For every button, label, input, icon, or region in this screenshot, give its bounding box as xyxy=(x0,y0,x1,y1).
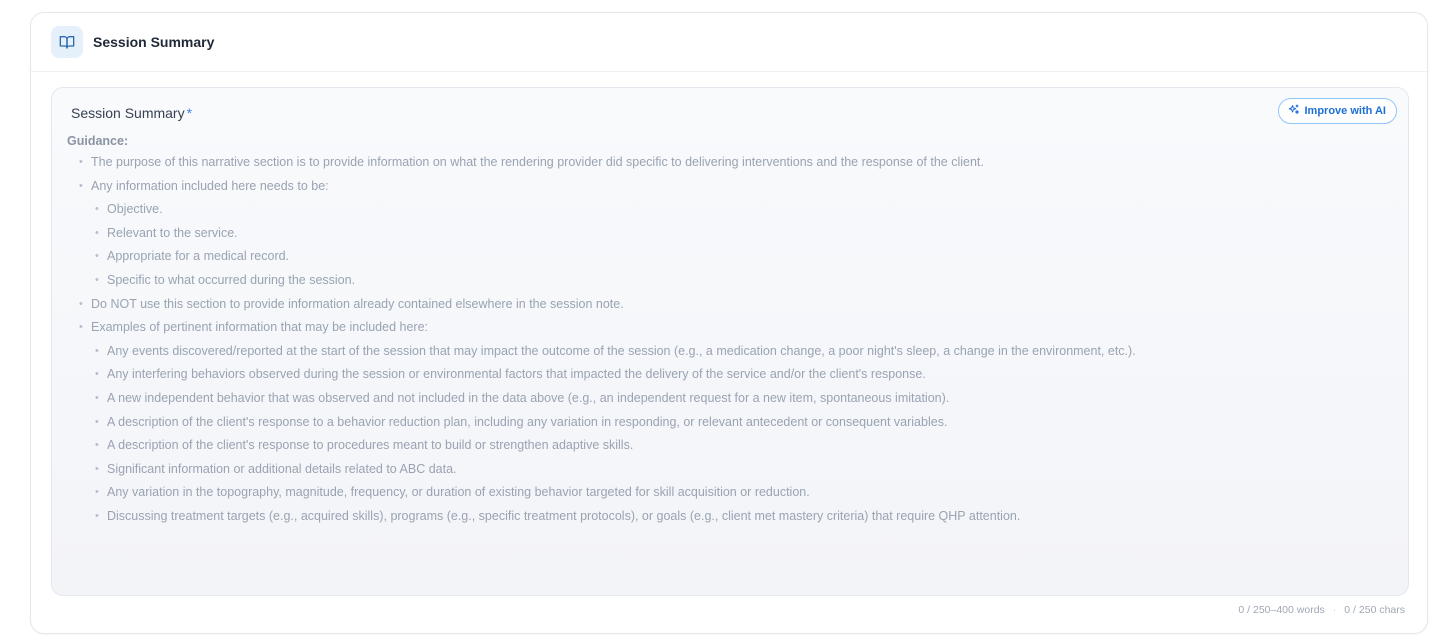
field-label: Session Summary * xyxy=(71,105,192,121)
bullet-icon: • xyxy=(79,156,83,168)
guidance-placeholder: Guidance: • The purpose of this narrative… xyxy=(67,132,1398,532)
session-summary-textarea[interactable]: Session Summary * Improve with AI Guidanc… xyxy=(51,87,1409,596)
improve-with-ai-button[interactable]: Improve with AI xyxy=(1277,98,1397,124)
session-summary-card: Session Summary Session Summary * Improve… xyxy=(30,12,1428,634)
guidance-subitem: • Relevant to the service. xyxy=(95,225,238,240)
bullet-icon: • xyxy=(95,226,99,239)
bullet-icon: • xyxy=(79,297,83,310)
guidance-subitem: • A new independent behavior that was obs… xyxy=(95,390,950,405)
guidance-item: • Any information included here needs to … xyxy=(79,178,329,193)
guidance-subitem: • Any events discovered/reported at the s… xyxy=(95,343,1136,358)
guidance-subitem: • Discussing treatment targets (e.g., acq… xyxy=(95,508,1021,523)
guidance-subitem: • A description of the client's response … xyxy=(95,438,634,453)
required-indicator: * xyxy=(186,105,193,121)
book-open-icon xyxy=(51,26,83,58)
bullet-icon: • xyxy=(95,486,99,499)
guidance-item: • Examples of pertinent information that … xyxy=(79,320,428,335)
sparkles-icon xyxy=(1288,104,1300,119)
bullet-icon: • xyxy=(79,321,83,334)
guidance-subitem: • Significant information or additional d… xyxy=(95,461,457,476)
improve-with-ai-label: Improve with AI xyxy=(1304,105,1387,117)
bullet-icon: • xyxy=(95,439,99,452)
bullet-icon: • xyxy=(95,415,99,428)
card-title: Session Summary xyxy=(93,34,215,50)
count-separator: · xyxy=(1332,604,1337,616)
word-count: 0 / 250–400 words xyxy=(1238,604,1325,616)
guidance-subitem: • Appropriate for a medical record. xyxy=(95,249,290,264)
character-counter: 0 / 250–400 words · 0 / 250 chars xyxy=(1238,604,1405,616)
guidance-subitem: • Any interfering behaviors observed duri… xyxy=(95,367,926,382)
guidance-item: • Do NOT use this section to provide info… xyxy=(79,296,624,311)
bullet-icon: • xyxy=(79,179,83,192)
bullet-icon: • xyxy=(95,391,99,404)
card-header: Session Summary xyxy=(31,13,1427,72)
bullet-icon: • xyxy=(95,509,99,522)
bullet-icon: • xyxy=(95,250,99,263)
bullet-icon: • xyxy=(95,273,99,286)
field-label-text: Session Summary xyxy=(71,105,185,121)
guidance-subitem: • A description of the client's response … xyxy=(95,414,948,429)
bullet-icon: • xyxy=(95,462,99,475)
guidance-subitem: • Any variation in the topography, magnit… xyxy=(95,485,810,500)
guidance-subitem: • Specific to what occurred during the se… xyxy=(95,272,356,287)
bullet-icon: • xyxy=(95,368,99,381)
bullet-icon: • xyxy=(95,203,99,216)
bullet-icon: • xyxy=(95,344,99,357)
guidance-title: Guidance: xyxy=(67,134,129,148)
char-count: 0 / 250 chars xyxy=(1344,604,1405,616)
guidance-subitem: • Objective. xyxy=(95,202,163,217)
guidance-item: • The purpose of this narrative section i… xyxy=(79,155,984,169)
